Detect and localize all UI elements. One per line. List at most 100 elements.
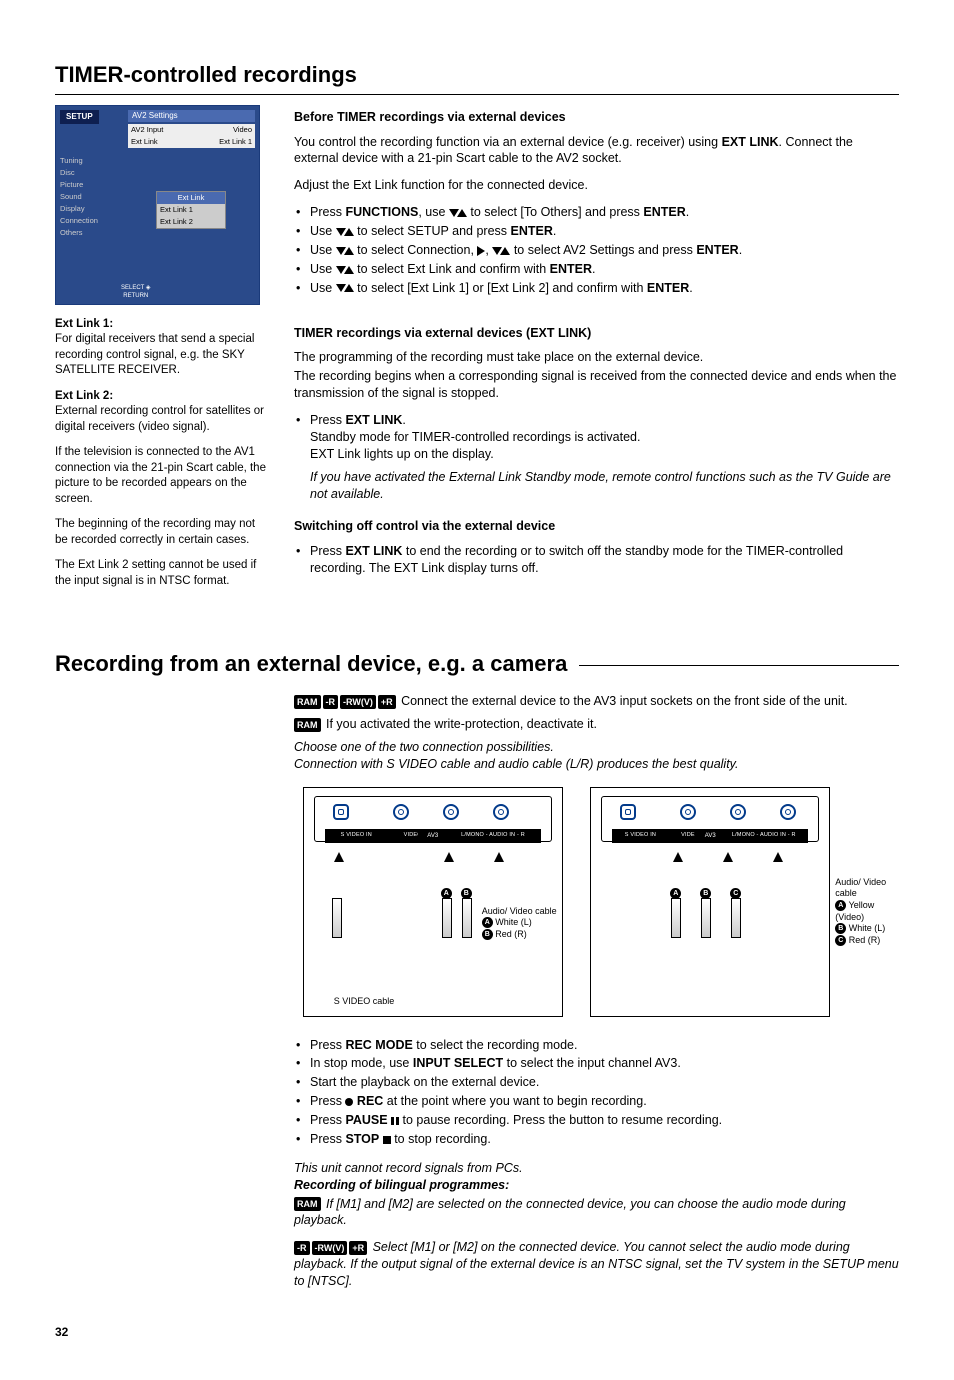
t: to stop recording. <box>391 1132 491 1146</box>
setup-menu-item: Picture <box>60 180 122 190</box>
label-av-cable: Audio/ Video cable <box>482 906 557 916</box>
step: Press STOP to stop recording. <box>294 1131 899 1148</box>
t: . <box>592 262 595 276</box>
ext-link-1-label: Ext Link 1: <box>55 318 113 330</box>
t: . <box>402 413 405 427</box>
t: to select [Ext Link 1] or [Ext Link 2] a… <box>354 281 647 295</box>
badge-ram: RAM <box>294 718 321 732</box>
diagram-row: S VIDEO IN VIDEO IN L/MONO - AUDIO IN - … <box>294 787 899 1017</box>
remote-hint: SELECT ◈ RETURN <box>121 284 151 300</box>
t: INPUT SELECT <box>413 1056 503 1070</box>
arrow-icon <box>773 852 783 862</box>
setup-pane-title: AV2 Settings <box>128 110 255 123</box>
t: Use <box>310 262 336 276</box>
setup-menu-item: Sound <box>60 192 122 202</box>
t: EXT LINK <box>345 544 402 558</box>
steps-list-3: Press EXT LINK to end the recording or t… <box>294 543 899 577</box>
step: Press REC at the point where you want to… <box>294 1093 899 1110</box>
label-white: White (L) <box>849 923 886 933</box>
t: , <box>485 243 492 257</box>
note-pc: This unit cannot record signals from PCs… <box>294 1160 899 1177</box>
arrow-icon <box>494 852 504 862</box>
t: to pause recording. Press the button to … <box>399 1113 722 1127</box>
t: to select the input channel AV3. <box>503 1056 681 1070</box>
lbl-sv: S VIDEO IN <box>623 832 658 839</box>
left-p4: The beginning of the recording may not b… <box>55 517 270 548</box>
italic-connection: Connection with S VIDEO cable and audio … <box>294 756 899 773</box>
arrow-icon <box>723 852 733 862</box>
t: EXT Link lights up on the display. <box>310 447 494 461</box>
t: Standby mode for TIMER-controlled record… <box>310 430 640 444</box>
label-white: White (L) <box>495 917 532 927</box>
p-control-function: You control the recording function via a… <box>294 134 899 168</box>
heading-before-timer: Before TIMER recordings via external dev… <box>294 109 899 126</box>
lbl-sv: S VIDEO IN <box>339 832 374 839</box>
badge-r: -R <box>294 1241 310 1255</box>
popup-item: Ext Link 2 <box>157 216 225 228</box>
left-column-2 <box>55 693 270 1300</box>
badge-rwv: -RW(V) <box>340 695 376 709</box>
ext-link-1: Ext Link 1:For digital receivers that se… <box>55 317 270 379</box>
up-icon <box>457 209 467 217</box>
audio-r-jack-icon <box>493 804 509 820</box>
t: ENTER <box>550 262 592 276</box>
t: If [M1] and [M2] are selected on the con… <box>294 1197 846 1228</box>
up-icon <box>344 266 354 274</box>
section-title-recording: Recording from an external device, e.g. … <box>55 649 899 683</box>
badge-plusr: +R <box>349 1241 367 1255</box>
heading-switch-off: Switching off control via the external d… <box>294 518 899 535</box>
setup-menu-item: Display <box>60 204 122 214</box>
up-icon <box>344 228 354 236</box>
t: STOP <box>345 1132 379 1146</box>
diagram-composite: S VIDEO IN VIDEO IN L/MONO - AUDIO IN - … <box>590 787 890 1017</box>
label-red: Red (R) <box>495 929 527 939</box>
ext-link-2-label: Ext Link 2: <box>55 390 113 402</box>
t: Press <box>310 544 345 558</box>
svideo-jack-icon <box>620 804 636 820</box>
t: FUNCTIONS <box>345 205 418 219</box>
note-other-discs: -R-RW(V)+R Select [M1] or [M2] on the co… <box>294 1239 899 1290</box>
t: Press <box>310 1038 345 1052</box>
setup-menu-item: Disc <box>60 168 122 178</box>
step: Press EXT LINK. Standby mode for TIMER-c… <box>294 412 899 463</box>
t: . <box>689 281 692 295</box>
t: EXT LINK <box>345 413 402 427</box>
section-title-timer: TIMER-controlled recordings <box>55 60 899 95</box>
hint-return: RETURN <box>123 293 148 299</box>
t: to select AV2 Settings and press <box>510 243 696 257</box>
t: Select [M1] or [M2] on the connected dev… <box>294 1240 899 1288</box>
step: Use to select [Ext Link 1] or [Ext Link … <box>294 280 899 297</box>
p-recording-begins: The recording begins when a correspondin… <box>294 368 899 402</box>
badge-ram: RAM <box>294 695 321 709</box>
setup-menu-figure: SETUP AV2 Settings AV2 InputVideo Ext Li… <box>55 105 260 305</box>
t: Press <box>310 413 345 427</box>
t: ENTER <box>647 281 689 295</box>
t: Use <box>310 281 336 295</box>
setup-menu-item: Others <box>60 228 122 238</box>
note-ram: RAM If [M1] and [M2] are selected on the… <box>294 1196 899 1230</box>
steps-list-1: Press FUNCTIONS, use to select [To Other… <box>294 204 899 296</box>
setup-menu-item: Tuning <box>60 156 122 166</box>
txt-bold: EXT LINK <box>722 135 779 149</box>
marker-a: A <box>670 888 681 899</box>
lbl-aud: L/MONO - AUDIO IN - R <box>459 832 527 839</box>
stop-icon <box>383 1136 391 1144</box>
step: Press REC MODE to select the recording m… <box>294 1037 899 1054</box>
t: , use <box>418 205 449 219</box>
hint-select: SELECT <box>121 285 144 291</box>
up-icon <box>344 247 354 255</box>
line1-text: Connect the external device to the AV3 i… <box>398 694 848 708</box>
step: Use to select Connection, , to select AV… <box>294 242 899 259</box>
t: Use <box>310 243 336 257</box>
t: . <box>739 243 742 257</box>
av3-label: AV3 <box>418 832 448 840</box>
video-jack-icon <box>393 804 409 820</box>
t: REC MODE <box>345 1038 412 1052</box>
t: to select Ext Link and confirm with <box>354 262 550 276</box>
pause-icon <box>391 1117 399 1125</box>
line2-text: If you activated the write-protection, d… <box>323 717 597 731</box>
up-icon <box>344 284 354 292</box>
t: Press <box>310 1113 345 1127</box>
marker-b: B <box>461 888 472 899</box>
steps-list-2: Press EXT LINK. Standby mode for TIMER-c… <box>294 412 899 463</box>
